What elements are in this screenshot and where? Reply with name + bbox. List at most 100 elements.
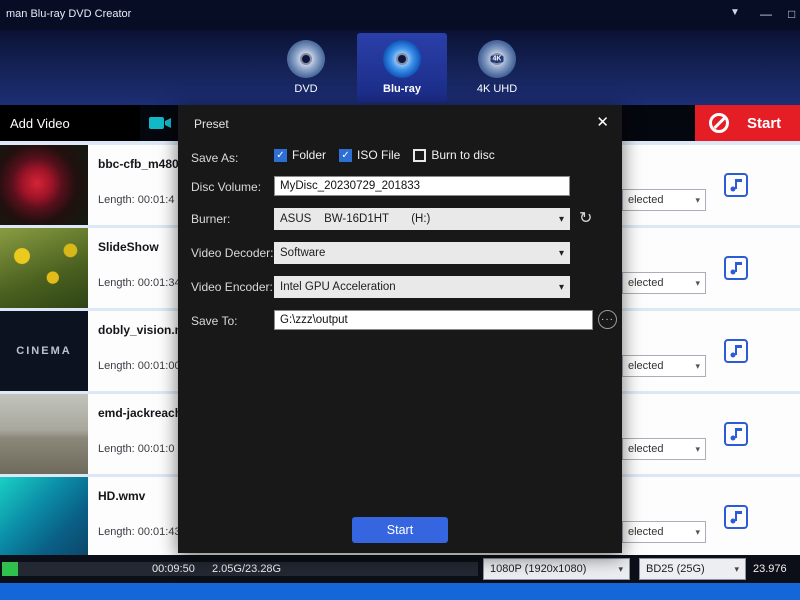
audio-track-icon[interactable] [722,420,752,450]
video-length: Length: 00:01:43 [98,526,181,538]
save-to-label: Save To: [191,314,238,328]
size-usage: 2.05G/23.28G [212,563,282,575]
video-length: Length: 00:01:0 [98,443,175,455]
save-as-options: ✓ Folder ✓ ISO File Burn to disc [274,148,495,162]
audio-select-dropdown[interactable]: elected ▾ [622,189,706,211]
total-time: 00:09:50 [152,563,195,575]
burner-label: Burner: [191,212,231,226]
dropdown-value: BD25 (25G) [646,563,705,575]
dialog-start-button[interactable]: Start [352,517,448,543]
checkbox-label: Burn to disc [431,148,495,162]
chevron-down-icon: ▾ [695,194,700,205]
audio-track-icon[interactable] [722,337,752,367]
add-video-label: Add Video [10,115,70,131]
video-thumbnail [0,228,88,308]
format-header: DVD Blu-ray 4K 4K UHD [0,30,800,105]
burner-dropdown[interactable]: ASUS BW-16D1HT (H:) ▾ [274,208,570,230]
tab-bluray[interactable]: Blu-ray [357,33,447,102]
chevron-down-icon: ▾ [695,360,700,371]
checkbox-folder[interactable]: ✓ Folder [274,148,326,162]
save-to-input[interactable] [274,310,593,330]
dialog-title: Preset [194,117,229,131]
statusbar: 00:09:50 2.05G/23.28G 1080P (1920x1080) … [0,555,800,583]
video-encoder-label: Video Encoder: [191,280,273,294]
dropdown-value: Intel GPU Acceleration [280,281,396,293]
disc-volume-label: Disc Volume: [191,180,262,194]
titlebar: man Blu-ray DVD Creator ▼ — □ [0,0,800,30]
checkbox-iso-file[interactable]: ✓ ISO File [339,148,400,162]
bottom-strip [0,583,800,600]
checkbox-burn-to-disc[interactable]: Burn to disc [413,148,495,162]
minimize-icon[interactable]: — [760,7,772,21]
dropdown-value: ASUS BW-16D1HT (H:) [280,213,431,225]
video-thumbnail [0,477,88,557]
tab-dvd[interactable]: DVD [261,33,351,102]
checkbox-unchecked-icon[interactable] [413,148,427,162]
tab-label: Blu-ray [383,83,421,95]
disc-volume-input[interactable] [274,176,570,196]
start-button-icon [709,113,729,133]
checkbox-checked-icon[interactable]: ✓ [339,148,353,162]
audio-track-icon[interactable] [722,503,752,533]
bluray-disc-icon [383,40,421,78]
audio-select-dropdown[interactable]: elected ▾ [622,355,706,377]
chevron-down-icon: ▾ [558,281,564,293]
tab-label: 4K UHD [476,83,518,95]
camera-icon[interactable] [148,114,172,137]
chevron-down-icon: ▾ [618,563,623,574]
resolution-dropdown[interactable]: 1080P (1920x1080) ▾ [483,558,630,580]
frame-rate: 23.976 [753,563,787,575]
checkbox-checked-icon[interactable]: ✓ [274,148,287,162]
preset-dialog: Preset ✕ Save As: ✓ Folder ✓ ISO File Bu… [178,105,622,553]
video-thumbnail: CINEMA [0,311,88,391]
menu-caret-icon[interactable]: ▼ [730,7,740,18]
chevron-down-icon: ▾ [558,213,564,225]
audio-select-dropdown[interactable]: elected ▾ [622,521,706,543]
progress-fill [2,562,18,576]
dropdown-value: elected [628,360,664,372]
dropdown-value: elected [628,443,664,455]
dvd-disc-icon [287,40,325,78]
start-burn-button[interactable]: Start [695,105,800,141]
audio-select-dropdown[interactable]: elected ▾ [622,438,706,460]
video-length: Length: 00:01:34 [98,277,181,289]
chevron-down-icon: ▾ [695,526,700,537]
video-length: Length: 00:01:4 [98,194,175,206]
checkbox-label: Folder [292,148,327,162]
add-video-button[interactable]: Add Video [0,105,140,141]
checkbox-label: ISO File [357,148,401,162]
dropdown-value: Software [280,247,326,259]
video-title: HD.wmv [98,489,146,503]
thumbnail-text: CINEMA [16,345,72,357]
maximize-icon[interactable]: □ [788,7,795,21]
app-window: man Blu-ray DVD Creator ▼ — □ DVD Blu-ra… [0,0,800,600]
uhd-badge: 4K [490,55,504,63]
chevron-down-icon: ▾ [558,247,564,259]
start-button-label: Start [747,114,782,132]
video-length: Length: 00:01:00 [98,360,181,372]
chevron-down-icon: ▾ [695,443,700,454]
refresh-icon[interactable]: ↻ [579,208,592,228]
close-icon[interactable]: ✕ [596,113,609,131]
video-encoder-dropdown[interactable]: Intel GPU Acceleration ▾ [274,276,570,298]
disc-type-dropdown[interactable]: BD25 (25G) ▾ [639,558,746,580]
video-decoder-label: Video Decoder: [191,246,274,260]
tab-4k-uhd[interactable]: 4K 4K UHD [452,33,542,102]
video-thumbnail [0,145,88,225]
audio-track-icon[interactable] [722,254,752,284]
video-decoder-dropdown[interactable]: Software ▾ [274,242,570,264]
dropdown-value: 1080P (1920x1080) [490,563,587,575]
browse-dots-icon[interactable]: ··· [598,310,617,329]
audio-track-icon[interactable] [722,171,752,201]
dropdown-value: elected [628,526,664,538]
video-title: emd-jackreache [98,406,189,420]
audio-select-dropdown[interactable]: elected ▾ [622,272,706,294]
chevron-down-icon: ▾ [695,277,700,288]
uhd-disc-icon: 4K [478,40,516,78]
video-title: bbc-cfb_m480p [98,157,187,171]
dropdown-value: elected [628,194,664,206]
save-as-label: Save As: [191,151,239,165]
video-thumbnail [0,394,88,474]
dropdown-value: elected [628,277,664,289]
tab-label: DVD [294,83,318,95]
